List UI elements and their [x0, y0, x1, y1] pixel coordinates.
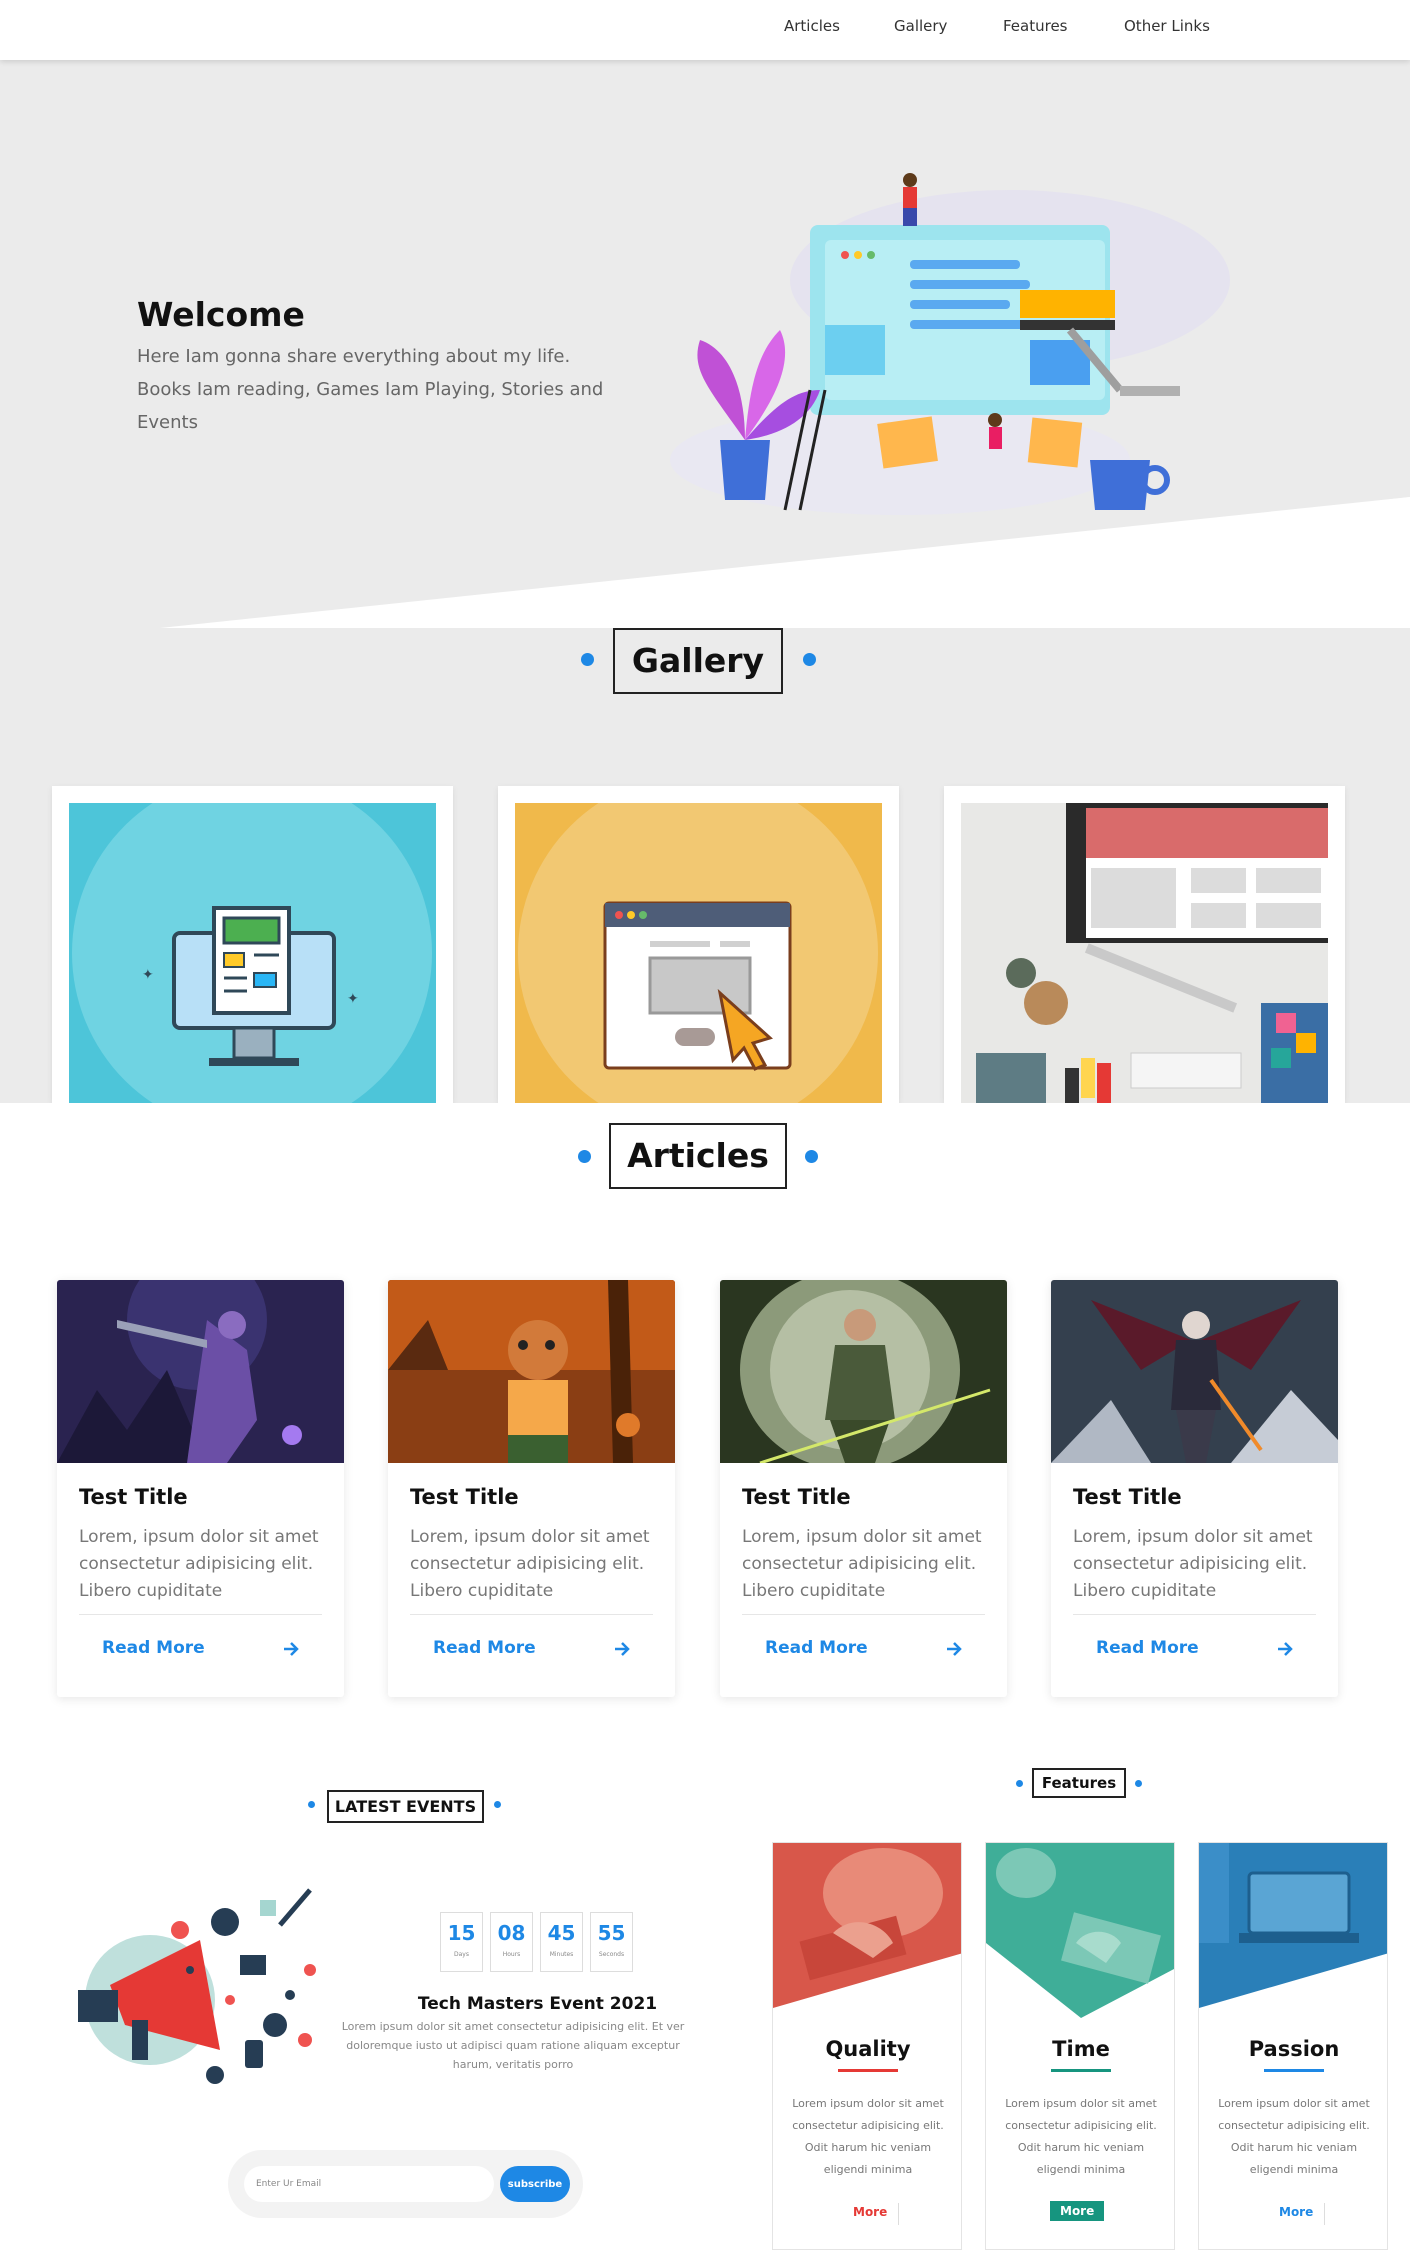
feature-title: Passion — [1248, 2037, 1340, 2061]
title-dot-left — [581, 653, 594, 666]
arrow-right-icon[interactable] — [282, 1640, 300, 1658]
gallery-card-2[interactable] — [498, 786, 899, 1103]
events-section-title: LATEST EVENTS — [327, 1790, 484, 1823]
article-title: Test Title — [79, 1485, 188, 1509]
event-name: Tech Masters Event 2021 — [417, 1994, 658, 2014]
countdown-label: Seconds — [598, 1951, 625, 1958]
article-title: Test Title — [742, 1485, 851, 1509]
countdown-value: 15 — [447, 1921, 476, 1945]
article-image — [720, 1280, 1007, 1463]
read-more-link[interactable]: Read More — [1096, 1638, 1199, 1658]
event-description: Lorem ipsum dolor sit amet consectetur a… — [341, 2020, 685, 2071]
divider — [742, 1614, 985, 1615]
articles-section-title: Articles — [609, 1123, 787, 1189]
countdown-value: 45 — [547, 1921, 576, 1945]
article-image — [57, 1280, 344, 1463]
arrow-right-icon[interactable] — [1276, 1640, 1294, 1658]
read-more-link[interactable]: Read More — [765, 1638, 868, 1658]
divider — [898, 2203, 899, 2225]
nav-item-other-links[interactable]: Other Links — [1124, 17, 1210, 35]
arrow-right-icon[interactable] — [945, 1640, 963, 1658]
feature-card-passion: Passion Lorem ipsum dolor sit amet conse… — [1198, 1842, 1388, 2250]
megaphone-illustration — [78, 1888, 316, 2084]
features-section-title: Features — [1032, 1768, 1126, 1798]
nav-item-articles[interactable]: Articles — [784, 17, 840, 35]
article-description: Lorem, ipsum dolor sit amet consectetur … — [79, 1527, 319, 1601]
article-card-4: Test Title Lorem, ipsum dolor sit amet c… — [1051, 1280, 1338, 1697]
article-image — [1051, 1280, 1338, 1463]
feature-underline — [1264, 2069, 1324, 2072]
top-navbar: Articles Gallery Features Other Links — [0, 0, 1410, 60]
gallery-card-3[interactable] — [944, 786, 1345, 1103]
feature-card-time: Time Lorem ipsum dolor sit amet consecte… — [985, 1842, 1175, 2250]
feature-image — [773, 1843, 961, 2008]
gallery-section-title: Gallery — [613, 628, 783, 694]
countdown-value: 08 — [497, 1921, 526, 1945]
article-title: Test Title — [410, 1485, 519, 1509]
title-dot-left — [1016, 1780, 1023, 1787]
title-dot-right — [1135, 1780, 1142, 1787]
divider — [79, 1614, 322, 1615]
feature-more-link[interactable]: More — [853, 2205, 887, 2219]
hero-description: Here Iam gonna share everything about my… — [137, 346, 604, 433]
article-description: Lorem, ipsum dolor sit amet consectetur … — [742, 1527, 982, 1601]
gallery-section: Gallery ✦ ✦ — [0, 628, 1410, 1103]
feature-card-quality: Quality Lorem ipsum dolor sit amet conse… — [772, 1842, 962, 2250]
title-dot-right — [805, 1150, 818, 1163]
countdown-label: Minutes — [549, 1951, 574, 1958]
feature-underline — [1051, 2069, 1111, 2072]
svg-text:✦: ✦ — [347, 991, 359, 1007]
feature-image — [986, 1843, 1174, 2018]
articles-header-band: Articles — [0, 1103, 1410, 1213]
feature-more-button[interactable]: More — [1050, 2201, 1105, 2221]
article-title: Test Title — [1073, 1485, 1182, 1509]
article-image — [388, 1280, 675, 1463]
hero-section: Welcome Here Iam gonna share everything … — [0, 60, 1410, 676]
divider — [410, 1614, 653, 1615]
title-dot-left — [308, 1801, 315, 1808]
read-more-link[interactable]: Read More — [102, 1638, 205, 1658]
countdown-hours: 08 Hours — [490, 1912, 533, 1972]
nav-item-features[interactable]: Features — [1003, 17, 1068, 35]
svg-text:✦: ✦ — [142, 967, 154, 983]
title-dot-right — [494, 1801, 501, 1808]
feature-image — [1199, 1843, 1387, 2008]
email-input[interactable] — [244, 2166, 494, 2202]
article-card-2: Test Title Lorem, ipsum dolor sit amet c… — [388, 1280, 675, 1697]
countdown-days: 15 Days — [440, 1912, 483, 1972]
divider — [1073, 1614, 1316, 1615]
countdown-label: Days — [454, 1951, 469, 1958]
countdown-seconds: 55 Seconds — [590, 1912, 633, 1972]
nav-item-gallery[interactable]: Gallery — [894, 17, 947, 35]
gallery-image-browser-click — [515, 803, 882, 1103]
feature-more-link[interactable]: More — [1279, 2205, 1313, 2219]
gallery-card-1[interactable]: ✦ ✦ — [52, 786, 453, 1103]
feature-description: Lorem ipsum dolor sit amet consectetur a… — [792, 2097, 944, 2176]
feature-underline — [838, 2069, 898, 2072]
subscribe-button[interactable]: subscribe — [500, 2166, 570, 2202]
subscribe-form: subscribe — [228, 2150, 583, 2218]
feature-title: Time — [1052, 2037, 1110, 2061]
article-description: Lorem, ipsum dolor sit amet consectetur … — [1073, 1527, 1313, 1601]
hero-illustration — [670, 173, 1230, 515]
article-card-1: Test Title Lorem, ipsum dolor sit amet c… — [57, 1280, 344, 1697]
feature-description: Lorem ipsum dolor sit amet consectetur a… — [1005, 2097, 1157, 2176]
read-more-link[interactable]: Read More — [433, 1638, 536, 1658]
article-card-3: Test Title Lorem, ipsum dolor sit amet c… — [720, 1280, 1007, 1697]
feature-description: Lorem ipsum dolor sit amet consectetur a… — [1218, 2097, 1370, 2176]
countdown-minutes: 45 Minutes — [540, 1912, 583, 1972]
feature-title: Quality — [825, 2037, 911, 2061]
countdown-label: Hours — [502, 1951, 521, 1958]
countdown-value: 55 — [597, 1921, 626, 1945]
title-dot-left — [578, 1150, 591, 1163]
gallery-image-monitor: ✦ ✦ — [69, 803, 436, 1103]
arrow-right-icon[interactable] — [613, 1640, 631, 1658]
hero-title: Welcome — [137, 295, 305, 334]
divider — [1324, 2203, 1325, 2225]
gallery-image-desk — [961, 803, 1328, 1103]
article-description: Lorem, ipsum dolor sit amet consectetur … — [410, 1527, 650, 1601]
title-dot-right — [803, 653, 816, 666]
